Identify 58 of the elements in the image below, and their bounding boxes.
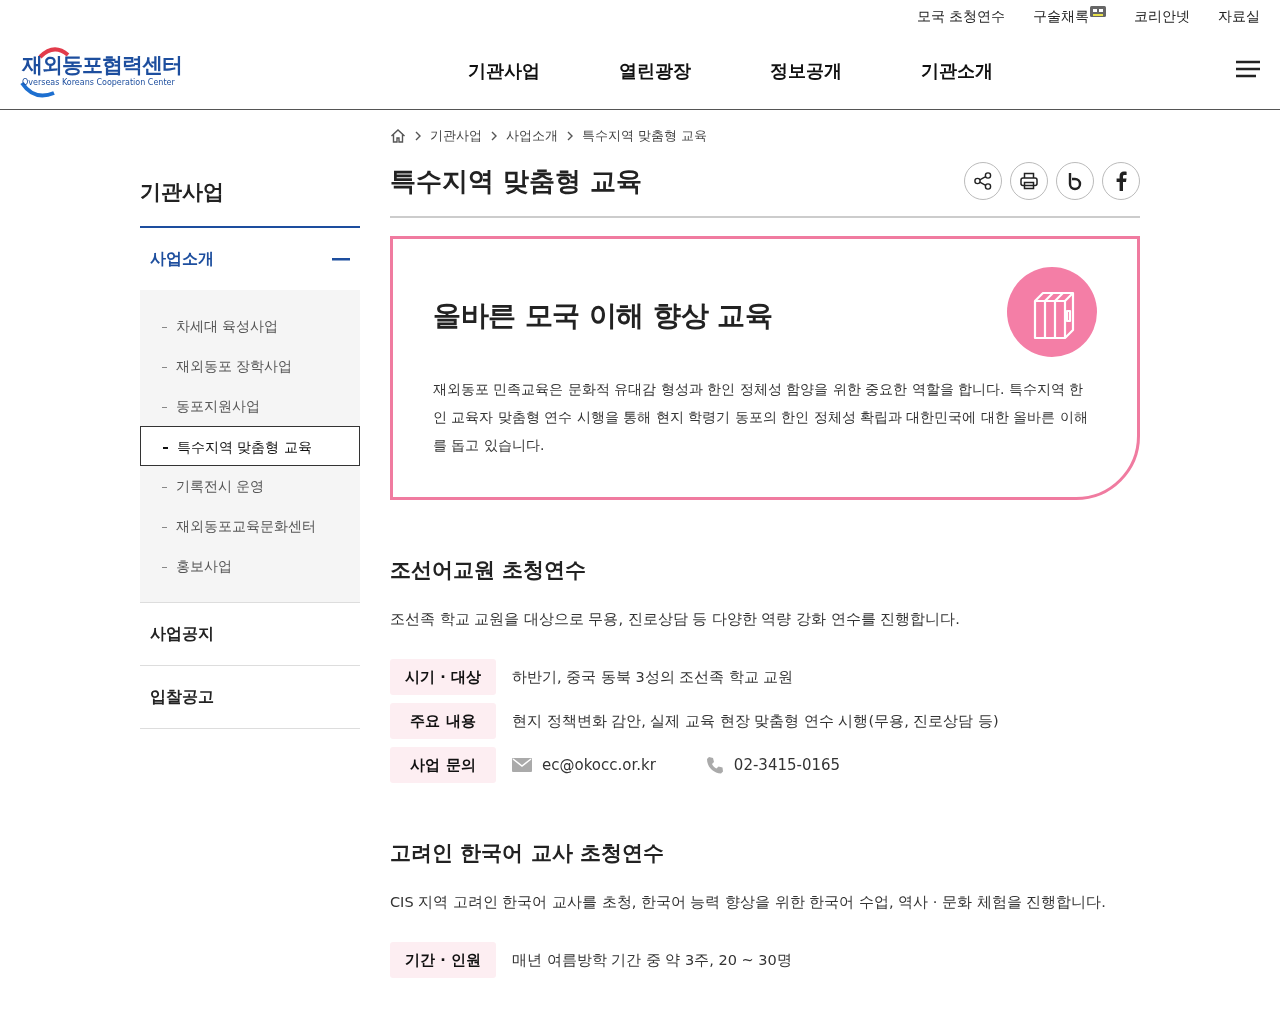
nav-link[interactable]: 기관사업 — [428, 58, 579, 83]
submenu-item[interactable]: 재외동포 장학사업 — [140, 346, 360, 386]
sidebar-item[interactable]: 입찰공고 — [140, 666, 360, 729]
utility-link[interactable]: 코리안넷 — [1134, 6, 1190, 32]
badge-icon — [1090, 6, 1106, 18]
submenu-item[interactable]: 재외동포교육문화센터 — [140, 506, 360, 546]
logo-subtitle: Overseas Koreans Cooperation Center — [22, 78, 176, 87]
section-title: 조선어교원 초청연수 — [390, 557, 588, 584]
row-label: 사업 문의 — [390, 747, 496, 783]
card-description: 재외동포 민족교육은 문화적 유대감 형성과 한인 정체성 함양을 위한 중요한 역할을 합니다. 특수지역 한인 교육자 맞춤형 연수 시행을 통해 현지 학령기 동포의 한인 정체성 확립과 대한민국에 대한 올바른 이해를 돕고 있습니다. — [433, 380, 1089, 455]
submenu-item[interactable]: 홍보사업 — [140, 546, 360, 586]
nav-link[interactable]: 기관소개 — [881, 58, 1032, 83]
section-description: 조선족 학교 교원을 대상으로 무용, 진로상담 등 다양한 역량 강화 연수를 진행합니다. — [390, 610, 961, 629]
breadcrumb-item[interactable]: 기관사업 — [430, 127, 482, 145]
row-label: 주요 내용 — [390, 703, 496, 739]
print-button[interactable] — [1010, 162, 1048, 200]
nav-link[interactable]: 열린광장 — [579, 58, 730, 83]
breadcrumb-item[interactable]: 특수지역 맞춤형 교육 — [582, 127, 708, 145]
submenu-item[interactable]: 특수지역 맞춤형 교육 — [140, 426, 360, 466]
row-label: 기간 · 인원 — [390, 942, 496, 978]
sidebar-item[interactable]: 사업소개 — [140, 228, 360, 290]
submenu-item[interactable]: 기록전시 운영 — [140, 466, 360, 506]
chevron-icon — [491, 131, 497, 141]
row-value: 현지 정책변화 감안, 실제 교육 현장 맞춤형 연수 시행(무용, 진로상담 등) — [512, 711, 999, 731]
chevron-icon — [567, 131, 573, 141]
logo-text[interactable]: 재외동포협력센터 — [22, 54, 182, 76]
share-icon — [973, 171, 993, 191]
section-title: 고려인 한국어 교사 초청연수 — [390, 840, 665, 867]
blog-icon — [1066, 171, 1084, 191]
submenu-item[interactable]: 차세대 육성사업 — [140, 306, 360, 346]
utility-link[interactable]: 구술채록 — [1033, 6, 1106, 32]
breadcrumb-item[interactable]: 사업소개 — [506, 127, 558, 145]
print-icon — [1019, 171, 1039, 191]
row-label: 시기 · 대상 — [390, 659, 496, 695]
row-value: 매년 여름방학 기간 중 약 3주, 20 ~ 30명 — [512, 950, 792, 970]
sidebar-title: 기관사업 — [140, 178, 360, 228]
collapse-icon — [332, 257, 350, 261]
phone-number: 02-3415-0165 — [733, 756, 841, 774]
sidebar-item[interactable]: 사업공지 — [140, 603, 360, 666]
blog-button[interactable] — [1056, 162, 1094, 200]
mail-icon — [512, 758, 532, 772]
card-heading: 올바른 모국 이해 향상 교육 — [433, 298, 773, 334]
page-title: 특수지역 맞춤형 교육 — [390, 164, 643, 198]
utility-link[interactable]: 자료실 — [1218, 6, 1260, 32]
submenu-item[interactable]: 동포지원사업 — [140, 386, 360, 426]
phone-icon — [705, 756, 724, 774]
menu-icon — [1236, 60, 1260, 78]
chevron-icon — [415, 131, 421, 141]
facebook-icon — [1115, 171, 1127, 191]
row-value: 하반기, 중국 동북 3성의 조선족 학교 교원 — [512, 667, 794, 687]
nav-link[interactable]: 정보공개 — [730, 58, 881, 83]
books-icon — [1007, 267, 1097, 357]
email-address: ec@okocc.or.kr — [542, 756, 656, 774]
section-description: CIS 지역 고려인 한국어 교사를 초청, 한국어 능력 향상을 위한 한국어 수업, 역사 · 문화 체험을 진행합니다. — [390, 893, 1107, 912]
home-icon[interactable] — [390, 128, 406, 144]
utility-link[interactable]: 모국 초청연수 — [916, 6, 1005, 32]
share-button[interactable] — [964, 162, 1002, 200]
facebook-button[interactable] — [1102, 162, 1140, 200]
